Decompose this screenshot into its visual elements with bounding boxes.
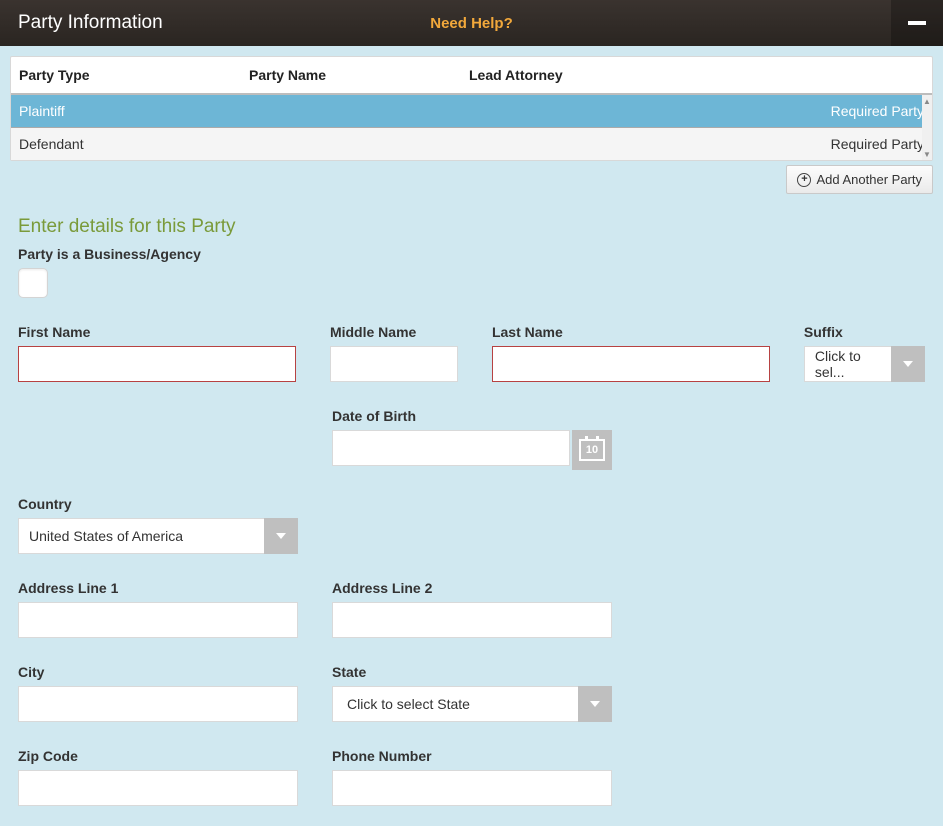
cell-party-type: Defendant [19,136,249,152]
add-another-party-button[interactable]: + Add Another Party [786,165,933,194]
party-details-form: Party is a Business/Agency First Name Mi… [18,246,925,806]
suffix-select[interactable]: Click to sel... [804,346,925,382]
state-value: Click to select State [332,686,578,722]
panel-body: Party Type Party Name Lead Attorney Plai… [0,46,943,826]
city-input[interactable] [18,686,298,722]
first-name-input[interactable] [18,346,296,382]
add-button-row: + Add Another Party [10,161,933,194]
business-agency-field: Party is a Business/Agency [18,246,925,298]
country-value: United States of America [18,518,264,554]
table-row[interactable]: Defendant Required Party [11,127,932,160]
suffix-label: Suffix [804,324,925,340]
scrollbar[interactable]: ▲ ▼ [922,95,932,160]
scroll-down-icon: ▼ [922,148,932,160]
section-heading: Enter details for this Party [18,216,933,238]
middle-name-input[interactable] [330,346,458,382]
cell-required: Required Party [831,103,924,119]
dob-calendar-button[interactable]: 10 [572,430,612,470]
first-name-label: First Name [18,324,296,340]
address1-label: Address Line 1 [18,580,298,596]
country-dropdown-button[interactable] [264,518,298,554]
minus-icon [908,21,926,25]
chevron-down-icon [903,361,913,367]
add-button-label: Add Another Party [816,172,922,187]
business-agency-label: Party is a Business/Agency [18,246,925,262]
help-link[interactable]: Need Help? [430,15,513,32]
chevron-down-icon [590,701,600,707]
address1-input[interactable] [18,602,298,638]
phone-input[interactable] [332,770,612,806]
cell-required: Required Party [831,136,924,152]
col-header-party-name: Party Name [249,67,469,83]
last-name-input[interactable] [492,346,770,382]
scroll-up-icon: ▲ [922,95,932,107]
col-header-lead-attorney: Lead Attorney [469,67,924,83]
suffix-value: Click to sel... [804,346,891,382]
plus-circle-icon: + [797,173,811,187]
cell-party-type: Plaintiff [19,103,249,119]
dob-label: Date of Birth [332,408,612,424]
state-select[interactable]: Click to select State [332,686,612,722]
zip-label: Zip Code [18,748,298,764]
party-table-body: Plaintiff Required Party Defendant Requi… [11,95,932,160]
party-table-header: Party Type Party Name Lead Attorney [11,57,932,95]
city-label: City [18,664,298,680]
party-table: Party Type Party Name Lead Attorney Plai… [10,56,933,161]
panel-header: Party Information Need Help? [0,0,943,46]
table-row[interactable]: Plaintiff Required Party [11,95,932,127]
country-select[interactable]: United States of America [18,518,298,554]
collapse-button[interactable] [891,0,943,46]
cell-party-name [249,103,469,119]
last-name-label: Last Name [492,324,770,340]
calendar-icon: 10 [579,439,605,461]
zip-input[interactable] [18,770,298,806]
panel-title: Party Information [18,12,163,34]
address2-input[interactable] [332,602,612,638]
phone-label: Phone Number [332,748,612,764]
country-label: Country [18,496,298,512]
chevron-down-icon [276,533,286,539]
middle-name-label: Middle Name [330,324,458,340]
suffix-dropdown-button[interactable] [891,346,925,382]
address2-label: Address Line 2 [332,580,612,596]
state-dropdown-button[interactable] [578,686,612,722]
state-label: State [332,664,612,680]
dob-input[interactable] [332,430,570,466]
cell-party-name [249,136,469,152]
business-agency-checkbox[interactable] [18,268,48,298]
col-header-party-type: Party Type [19,67,249,83]
